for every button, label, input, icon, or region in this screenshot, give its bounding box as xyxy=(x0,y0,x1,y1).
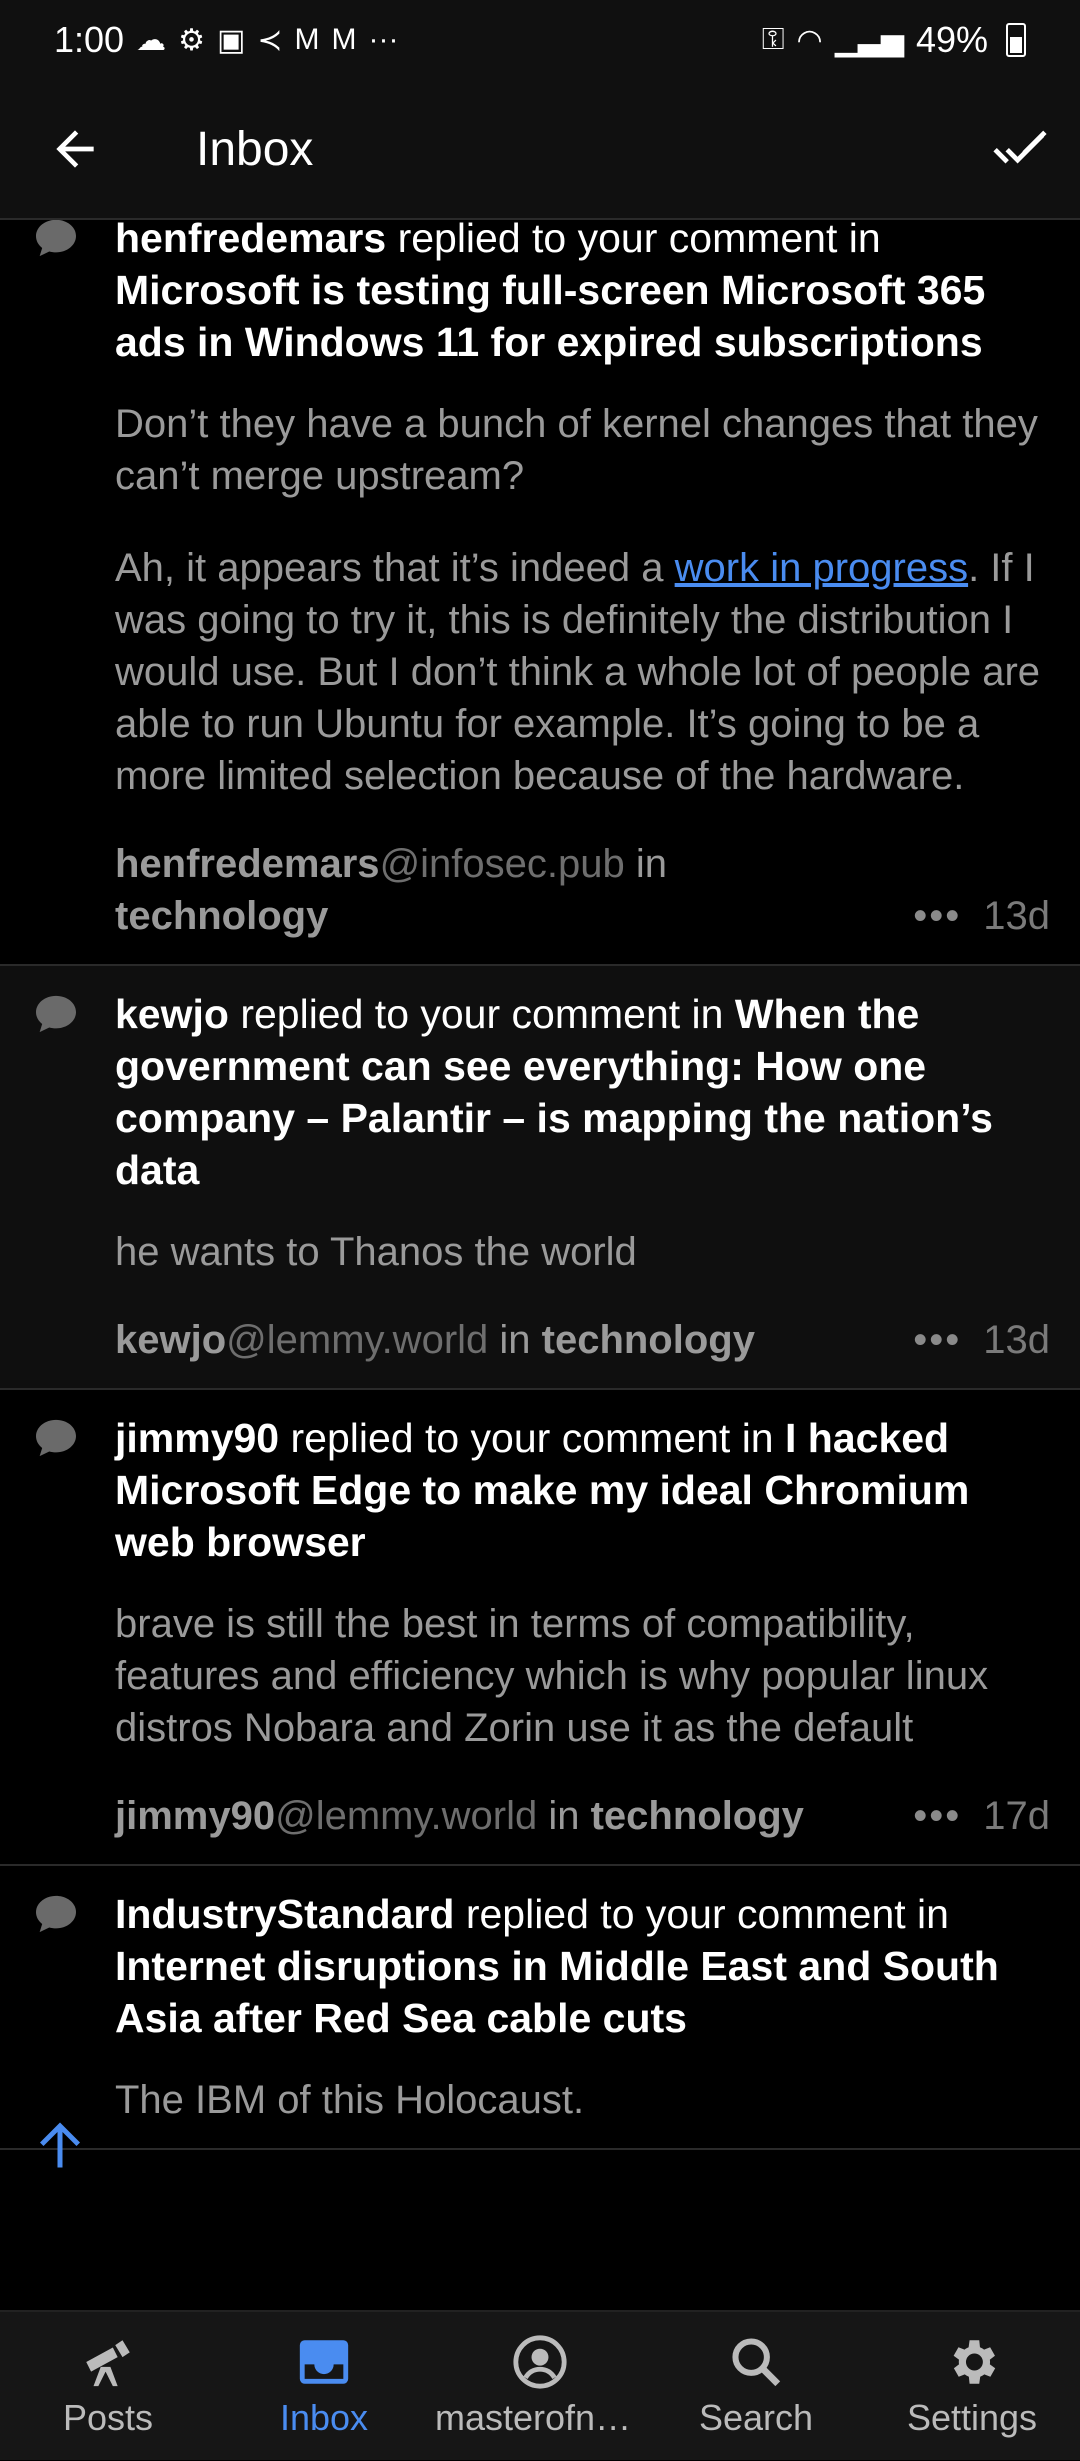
meta-in-text: in xyxy=(624,842,668,886)
cell-signal-icon: ▁▃▅ xyxy=(834,23,904,57)
reply-paragraph: Don’t they have a bunch of kernel change… xyxy=(115,402,1038,498)
author-community: kewjo@lemmy.world in technology xyxy=(115,1314,755,1366)
status-left: 1:00 ☁ ⚙ ▣ ≺ M M ··· xyxy=(54,19,398,61)
meta-username[interactable]: kewjo xyxy=(115,1318,226,1362)
notification-headline: jimmy90 replied to your comment in I hac… xyxy=(115,1412,1050,1568)
work-in-progress-link[interactable]: work in progress xyxy=(675,546,968,590)
meta-username[interactable]: henfredemars xyxy=(115,842,380,886)
notification-age: 17d xyxy=(983,1794,1050,1838)
meta-community[interactable]: technology xyxy=(591,1794,804,1838)
more-notifications-icon: ··· xyxy=(368,23,399,56)
comment-bubble-icon xyxy=(36,220,76,257)
reply-body: Don’t they have a bunch of kernel change… xyxy=(115,398,1050,802)
comment-bubble-icon xyxy=(36,1895,76,1933)
inbox-tray-icon xyxy=(299,2340,349,2384)
nav-profile[interactable]: masterofn0… xyxy=(435,2311,645,2461)
post-title[interactable]: Microsoft is testing full-screen Microso… xyxy=(115,267,985,365)
gmail-icon-2: M xyxy=(331,23,357,56)
reply-text: Ah, it appears that it’s indeed a xyxy=(115,546,675,590)
reply-author[interactable]: IndustryStandard xyxy=(115,1891,454,1937)
arrow-up-icon xyxy=(40,2122,80,2168)
search-icon xyxy=(732,2338,781,2387)
meta-community[interactable]: technology xyxy=(115,894,328,938)
notification-meta: henfredemars@infosec.pub in technology •… xyxy=(115,838,1050,942)
nav-inbox[interactable]: Inbox xyxy=(224,2311,424,2461)
bottom-navigation: Posts Inbox masterofn0… Search Settings xyxy=(0,2310,1080,2460)
notification-item[interactable]: IndustryStandard replied to your comment… xyxy=(0,1866,1080,2150)
notification-item[interactable]: kewjo replied to your comment in When th… xyxy=(0,966,1080,1390)
nav-inbox-label: Inbox xyxy=(279,2397,369,2438)
reply-body: brave is still the best in terms of comp… xyxy=(115,1602,989,1750)
scroll-to-top-button[interactable] xyxy=(30,2115,90,2175)
notification-meta: jimmy90@lemmy.world in technology ••• 17… xyxy=(115,1790,1050,1842)
double-check-icon xyxy=(993,130,1047,164)
reply-author[interactable]: henfredemars xyxy=(115,220,386,261)
more-options-icon[interactable]: ••• xyxy=(913,1790,961,1842)
account-circle-icon xyxy=(513,2335,567,2389)
nav-search[interactable]: Search xyxy=(656,2311,856,2461)
settings-gear-icon: ⚙ xyxy=(178,23,205,57)
calendar-icon: ▣ xyxy=(216,23,246,57)
comment-bubble-icon xyxy=(36,1419,76,1457)
reply-action-text: replied to your comment in xyxy=(386,220,881,261)
meta-actions: ••• 13d xyxy=(913,890,1050,942)
more-options-icon[interactable]: ••• xyxy=(913,890,961,942)
inbox-feed-content: henfredemars replied to your comment in … xyxy=(0,220,1080,2150)
status-time: 1:00 xyxy=(54,19,125,60)
reply-body: he wants to Thanos the world xyxy=(115,1230,637,1274)
author-community: jimmy90@lemmy.world in technology xyxy=(115,1790,804,1842)
meta-community[interactable]: technology xyxy=(542,1318,755,1362)
notification-item[interactable]: jimmy90 replied to your comment in I hac… xyxy=(0,1390,1080,1866)
app-bar: Inbox xyxy=(0,80,1080,220)
reply-paragraph: Ah, it appears that it’s indeed a work i… xyxy=(115,542,1050,802)
reply-action-text: replied to your comment in xyxy=(279,1415,786,1461)
cloud-icon: ☁ xyxy=(136,23,167,57)
reply-author[interactable]: jimmy90 xyxy=(115,1415,279,1461)
meta-instance: @lemmy.world xyxy=(275,1794,538,1838)
notification-age: 13d xyxy=(983,1318,1050,1362)
reply-action-text: replied to your comment in xyxy=(454,1891,949,1937)
reply-author[interactable]: kewjo xyxy=(115,991,229,1037)
nav-settings[interactable]: Settings xyxy=(872,2311,1072,2461)
reply-body: The IBM of this Holocaust. xyxy=(115,2078,585,2122)
nav-posts[interactable]: Posts xyxy=(8,2311,208,2461)
inbox-feed[interactable]: henfredemars replied to your comment in … xyxy=(0,220,1080,2310)
meta-actions: ••• 17d xyxy=(913,1790,1050,1842)
meta-instance: @infosec.pub xyxy=(379,842,625,886)
status-right: ⚿ ◠ ▁▃▅ 49% xyxy=(762,19,1026,61)
notification-meta: kewjo@lemmy.world in technology ••• 13d xyxy=(115,1314,1050,1366)
meta-actions: ••• 13d xyxy=(913,1314,1050,1366)
more-options-icon[interactable]: ••• xyxy=(913,1314,961,1366)
vpn-key-icon: ⚿ xyxy=(761,23,785,56)
meta-username[interactable]: jimmy90 xyxy=(115,1794,275,1838)
author-community: henfredemars@infosec.pub in technology xyxy=(115,838,815,942)
meta-instance: @lemmy.world xyxy=(226,1318,489,1362)
notification-age: 13d xyxy=(983,894,1050,938)
notification-headline: IndustryStandard replied to your comment… xyxy=(115,1888,1050,2044)
meta-in-text: in xyxy=(537,1794,591,1838)
no-signal-icon: ≺ xyxy=(257,23,283,57)
back-arrow-icon xyxy=(56,130,94,168)
nav-search-label: Search xyxy=(698,2397,814,2438)
meta-in-text: in xyxy=(488,1318,542,1362)
notification-headline: kewjo replied to your comment in When th… xyxy=(115,988,1050,1196)
mark-all-read-button[interactable] xyxy=(960,79,1080,219)
post-title[interactable]: Internet disruptions in Middle East and … xyxy=(115,1943,999,2041)
gmail-icon: M xyxy=(294,23,320,56)
wifi-icon: ◠ xyxy=(796,23,823,57)
comment-bubble-icon xyxy=(36,995,76,1033)
nav-profile-label: masterofn0… xyxy=(435,2397,645,2438)
status-bar: 1:00 ☁ ⚙ ▣ ≺ M M ··· ⚿ ◠ ▁▃▅ 49% xyxy=(0,0,1080,80)
telescope-icon xyxy=(86,2340,130,2387)
back-button[interactable] xyxy=(0,79,150,219)
gear-icon xyxy=(953,2340,996,2384)
notification-headline: henfredemars replied to your comment in … xyxy=(115,220,1050,368)
nav-posts-label: Posts xyxy=(62,2397,154,2438)
notification-item[interactable]: henfredemars replied to your comment in … xyxy=(0,220,1080,966)
page-title: Inbox xyxy=(196,122,314,176)
battery-percent: 49% xyxy=(915,19,988,60)
battery-icon xyxy=(1006,23,1026,57)
nav-settings-label: Settings xyxy=(906,2397,1038,2438)
reply-action-text: replied to your comment in xyxy=(228,991,735,1037)
